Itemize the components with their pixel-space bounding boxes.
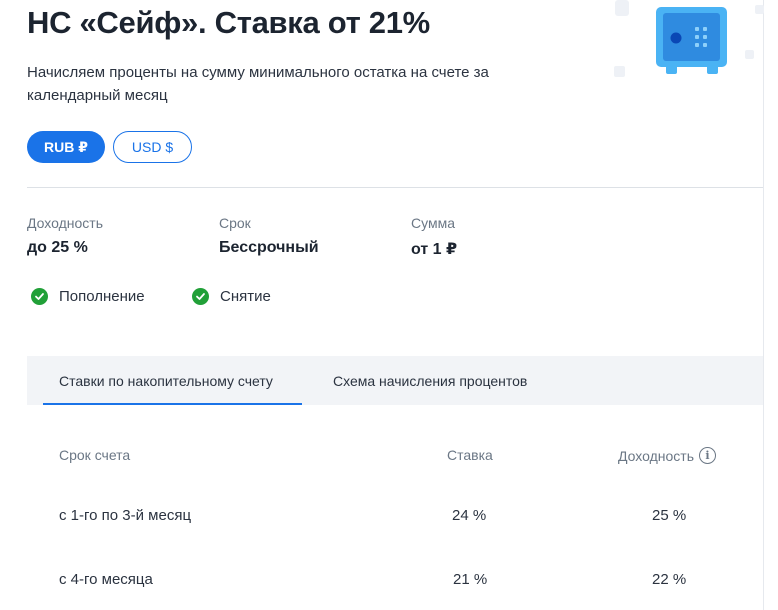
table-row-2-term: с 4-го месяца xyxy=(59,571,153,588)
page-title: НС «Сейф». Ставка от 21% xyxy=(27,5,430,40)
yield-label: Доходность xyxy=(27,215,103,231)
tab-interest-scheme[interactable]: Схема начисления процентов xyxy=(333,356,527,405)
table-row-2-rate: 21 % xyxy=(453,571,488,588)
page-subtitle: Начисляем проценты на сумму минимального… xyxy=(27,64,489,104)
column-header-rate: Ставка xyxy=(447,447,493,463)
column-header-yield: Доходность i xyxy=(618,447,716,464)
table-row-1-term: с 1-го по 3-й месяц xyxy=(59,507,192,524)
table-row-1-rate: 24 % xyxy=(452,507,487,524)
table-row-1-yield: 25 % xyxy=(652,507,687,524)
feature-withdrawal-label: Снятие xyxy=(220,288,271,305)
amount-label: Сумма xyxy=(411,215,455,231)
safe-illustration xyxy=(614,0,764,77)
divider xyxy=(27,187,763,188)
term-label: Срок xyxy=(219,215,251,231)
check-icon xyxy=(192,288,209,305)
table-row-2-yield: 22 % xyxy=(652,571,687,588)
feature-deposit: Пополнение xyxy=(31,288,145,305)
check-icon xyxy=(31,288,48,305)
feature-withdrawal: Снятие xyxy=(192,288,271,305)
tab-rates[interactable]: Ставки по накопительному счету xyxy=(43,356,302,405)
column-header-yield-label: Доходность xyxy=(618,447,694,464)
feature-deposit-label: Пополнение xyxy=(59,288,145,305)
term-value: Бессрочный xyxy=(219,239,319,256)
info-icon[interactable]: i xyxy=(698,447,716,464)
currency-usd-button[interactable]: USD $ xyxy=(113,131,192,163)
currency-rub-button[interactable]: RUB ₽ xyxy=(27,131,105,163)
yield-value: до 25 % xyxy=(27,239,88,256)
tabs-bar: Ставки по накопительному счету Схема нач… xyxy=(27,356,763,405)
amount-value: от 1 ₽ xyxy=(411,241,458,258)
column-header-term: Срок счета xyxy=(59,447,131,463)
page-right-border xyxy=(763,0,764,610)
